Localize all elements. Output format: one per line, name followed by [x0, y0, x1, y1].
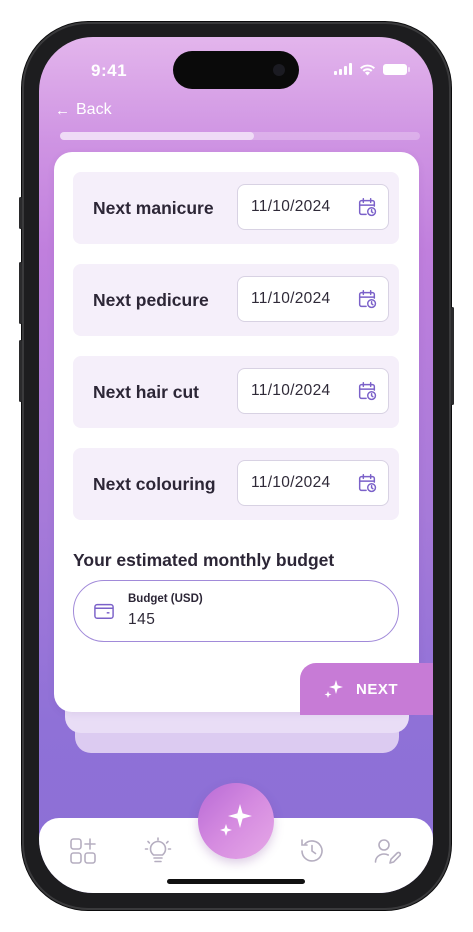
home-indicator	[167, 879, 305, 884]
sparkles-icon	[220, 804, 252, 836]
next-button-label: NEXT	[355, 680, 398, 698]
back-label: Back	[76, 101, 112, 118]
signal-icon	[334, 63, 352, 75]
arrow-left-icon: ←	[55, 101, 70, 119]
manicure-date-field[interactable]: 11/10/2024	[237, 184, 389, 230]
pedicure-date-field[interactable]: 11/10/2024	[237, 276, 389, 322]
user-edit-icon[interactable]	[372, 836, 402, 866]
action-button	[19, 197, 22, 229]
row-label: Next colouring	[93, 474, 216, 494]
sparkles-icon	[324, 680, 343, 698]
volume-up-button	[19, 262, 22, 324]
row-next-manicure: Next manicure 11/10/2024	[73, 172, 399, 244]
status-bar: 9:41	[39, 37, 433, 97]
row-label: Next pedicure	[93, 290, 209, 310]
budget-field-label: Budget (USD)	[128, 593, 203, 605]
row-next-pedicure: Next pedicure 11/10/2024	[73, 264, 399, 336]
date-value: 11/10/2024	[251, 198, 331, 215]
row-next-hair-cut: Next hair cut 11/10/2024	[73, 356, 399, 428]
row-next-colouring: Next colouring 11/10/2024	[73, 448, 399, 520]
hair-cut-date-field[interactable]: 11/10/2024	[237, 368, 389, 414]
camera-icon	[273, 64, 285, 76]
wallet-icon	[94, 603, 114, 619]
date-value: 11/10/2024	[251, 290, 331, 307]
row-label: Next manicure	[93, 198, 214, 218]
status-icons	[334, 62, 410, 76]
date-value: 11/10/2024	[251, 382, 331, 399]
date-value: 11/10/2024	[251, 474, 331, 491]
calendar-clock-icon[interactable]	[356, 380, 378, 402]
power-button	[451, 307, 454, 405]
budget-field-value: 145	[128, 611, 156, 628]
lightbulb-icon[interactable]	[143, 836, 173, 866]
calendar-clock-icon[interactable]	[356, 196, 378, 218]
budget-heading: Your estimated monthly budget	[73, 550, 335, 570]
grid-plus-icon[interactable]	[68, 836, 98, 866]
status-time: 9:41	[91, 61, 128, 80]
form-card: Next manicure 11/10/2024 Next pedicure 1…	[54, 152, 419, 712]
battery-icon	[383, 63, 410, 75]
row-label: Next hair cut	[93, 382, 199, 402]
progress-bar	[60, 132, 420, 140]
back-button[interactable]: ← Back	[55, 101, 112, 119]
colouring-date-field[interactable]: 11/10/2024	[237, 460, 389, 506]
sparkles-fab-button[interactable]	[198, 783, 274, 859]
next-button[interactable]: NEXT	[300, 663, 433, 715]
calendar-clock-icon[interactable]	[356, 472, 378, 494]
wifi-icon	[360, 64, 375, 75]
dynamic-island	[173, 51, 299, 89]
budget-input[interactable]: Budget (USD) 145	[73, 580, 399, 642]
volume-down-button	[19, 340, 22, 402]
history-icon[interactable]	[297, 836, 327, 866]
calendar-clock-icon[interactable]	[356, 288, 378, 310]
progress-fill	[60, 132, 255, 140]
screen: 9:41 ← Back Next manicure 11/10/2024 Nex…	[39, 37, 433, 893]
